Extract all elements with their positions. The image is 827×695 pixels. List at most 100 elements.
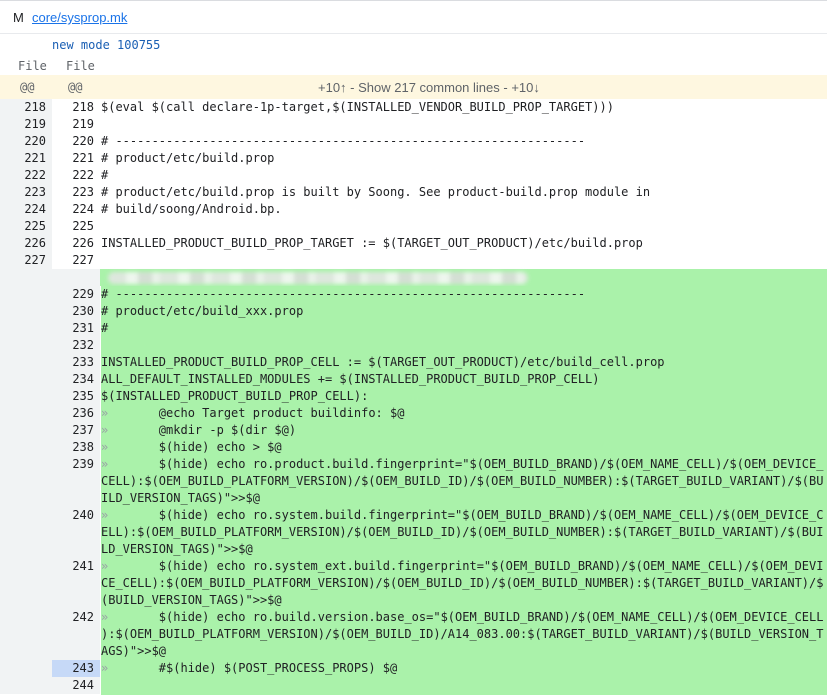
right-line-number[interactable]: 230 xyxy=(52,304,94,318)
right-line-number[interactable]: 227 xyxy=(52,253,94,267)
right-line-number[interactable]: 232 xyxy=(52,338,94,352)
left-line-number[interactable]: 223 xyxy=(0,185,46,199)
code-text: » $(hide) echo ro.product.build.fingerpr… xyxy=(101,456,827,474)
code-content: $(hide) echo ro.system_ext.build.fingerp… xyxy=(108,559,824,573)
left-line-number[interactable]: 221 xyxy=(0,151,46,165)
left-gutter xyxy=(0,507,52,524)
code-content: CELL):$(OEM_BUILD_PLATFORM_VERSION)/$(OE… xyxy=(101,474,824,488)
left-gutter: 223 xyxy=(0,184,52,201)
code-content: $(hide) echo > $@ xyxy=(108,440,282,454)
right-line-number[interactable]: 225 xyxy=(52,219,94,233)
code-text: # xyxy=(101,167,827,185)
context-line: 219 219 xyxy=(0,116,827,133)
left-gutter xyxy=(0,422,52,439)
left-line-number[interactable]: 224 xyxy=(0,202,46,216)
left-line-number[interactable]: 218 xyxy=(0,100,46,114)
hunk-marker-right: @@ xyxy=(68,80,83,94)
file-path-link[interactable]: core/sysprop.mk xyxy=(32,10,127,25)
code-content: AGS)">>$@ xyxy=(101,644,167,658)
added-line: 243 » #$(hide) $(POST_PROCESS_PROPS) $@ xyxy=(0,660,827,678)
code-text: » @echo Target product buildinfo: $@ xyxy=(101,405,827,423)
right-line-number[interactable]: 234 xyxy=(52,372,94,386)
right-line-number[interactable]: 244 xyxy=(52,678,94,692)
right-line-number[interactable]: 242 xyxy=(52,610,94,624)
right-line-number[interactable]: 236 xyxy=(52,406,94,420)
code-text: ALL_DEFAULT_INSTALLED_MODULES += $(INSTA… xyxy=(101,371,827,389)
left-gutter xyxy=(0,609,52,626)
code-text xyxy=(101,337,827,355)
left-gutter: 227 xyxy=(0,252,52,269)
code-content: ALL_DEFAULT_INSTALLED_MODULES += $(INSTA… xyxy=(101,372,600,386)
right-line-number[interactable]: 235 xyxy=(52,389,94,403)
added-line: CE_CELL):$(OEM_BUILD_PLATFORM_VERSION)/$… xyxy=(0,575,827,593)
hunk-marker-left: @@ xyxy=(20,80,35,94)
right-gutter xyxy=(52,575,100,592)
left-gutter xyxy=(0,286,52,303)
added-line: 233 INSTALLED_PRODUCT_BUILD_PROP_CELL := … xyxy=(0,354,827,372)
right-line-number[interactable]: 221 xyxy=(52,151,94,165)
left-line-number[interactable]: 226 xyxy=(0,236,46,250)
left-gutter xyxy=(0,490,52,507)
show-common-lines-link[interactable]: Show 217 common lines xyxy=(358,80,500,95)
added-line: (BUILD_VERSION_TAGS)">>$@ xyxy=(0,592,827,610)
file-status-badge: M xyxy=(13,10,24,25)
right-line-number[interactable]: 240 xyxy=(52,508,94,522)
code-text: $(eval $(call declare-1p-target,$(INSTAL… xyxy=(101,99,827,117)
added-line: 236 » @echo Target product buildinfo: $@ xyxy=(0,405,827,423)
left-line-number[interactable]: 225 xyxy=(0,219,46,233)
context-separator: - xyxy=(499,80,512,95)
right-line-number[interactable]: 220 xyxy=(52,134,94,148)
left-gutter xyxy=(0,558,52,575)
left-line-number[interactable]: 220 xyxy=(0,134,46,148)
right-line-number[interactable]: 226 xyxy=(52,236,94,250)
right-gutter xyxy=(52,473,100,490)
left-gutter: 225 xyxy=(0,218,52,235)
left-gutter: 218 xyxy=(0,99,52,116)
expand-down-link[interactable]: +10↓ xyxy=(511,80,540,95)
context-line: 225 225 xyxy=(0,218,827,235)
code-content: # build/soong/Android.bp. xyxy=(101,202,282,216)
right-line-number[interactable]: 243 xyxy=(52,661,94,675)
code-text: » $(hide) echo > $@ xyxy=(101,439,827,457)
right-line-number[interactable]: 238 xyxy=(52,440,94,454)
code-text: » $(hide) echo ro.system.build.fingerpri… xyxy=(101,507,827,525)
added-line: 244 xyxy=(0,677,827,695)
left-gutter xyxy=(0,575,52,592)
code-content: $(INSTALLED_PRODUCT_BUILD_PROP_CELL): xyxy=(101,389,369,403)
left-line-number[interactable]: 219 xyxy=(0,117,46,131)
added-line: ELL):$(OEM_BUILD_PLATFORM_VERSION)/$(OEM… xyxy=(0,524,827,542)
left-line-number[interactable]: 227 xyxy=(0,253,46,267)
right-gutter xyxy=(52,626,100,643)
right-line-number[interactable]: 222 xyxy=(52,168,94,182)
code-content: $(hide) echo ro.system.build.fingerprint… xyxy=(108,508,824,522)
right-line-number[interactable]: 233 xyxy=(52,355,94,369)
right-line-number[interactable]: 223 xyxy=(52,185,94,199)
right-line-number[interactable]: 218 xyxy=(52,100,94,114)
code-text: # product/etc/build.prop is built by Soo… xyxy=(101,184,827,202)
context-controls: +10↑ - Show 217 common lines - +10↓ xyxy=(318,80,540,95)
context-line: 221 221 # product/etc/build.prop xyxy=(0,150,827,167)
code-content: (BUILD_VERSION_TAGS)">>$@ xyxy=(101,593,282,607)
left-gutter xyxy=(0,439,52,456)
right-line-number[interactable]: 224 xyxy=(52,202,94,216)
right-line-number[interactable]: 229 xyxy=(52,287,94,301)
added-line: 237 » @mkdir -p $(dir $@) xyxy=(0,422,827,440)
context-expander: @@ @@ +10↑ - Show 217 common lines - +10… xyxy=(0,75,827,99)
left-line-number[interactable]: 222 xyxy=(0,168,46,182)
right-line-number[interactable]: 241 xyxy=(52,559,94,573)
code-text: # --------------------------------------… xyxy=(101,133,827,151)
right-column-label: File xyxy=(66,59,95,73)
context-line: 220 220 # --------------------------------… xyxy=(0,133,827,150)
left-gutter xyxy=(0,405,52,422)
expand-up-link[interactable]: +10↑ xyxy=(318,80,347,95)
right-line-number[interactable]: 219 xyxy=(52,117,94,131)
right-line-number[interactable]: 237 xyxy=(52,423,94,437)
file-mode-text: new mode 100755 xyxy=(52,38,161,52)
code-text: LD_VERSION_TAGS)">>$@ xyxy=(101,541,827,559)
right-line-number[interactable]: 231 xyxy=(52,321,94,335)
right-line-number[interactable]: 239 xyxy=(52,457,94,471)
added-line: 234 ALL_DEFAULT_INSTALLED_MODULES += $(IN… xyxy=(0,371,827,389)
context-line: 227 227 xyxy=(0,252,827,269)
code-text: ELL):$(OEM_BUILD_PLATFORM_VERSION)/$(OEM… xyxy=(101,524,827,542)
added-line: 239 » $(hide) echo ro.product.build.finge… xyxy=(0,456,827,474)
